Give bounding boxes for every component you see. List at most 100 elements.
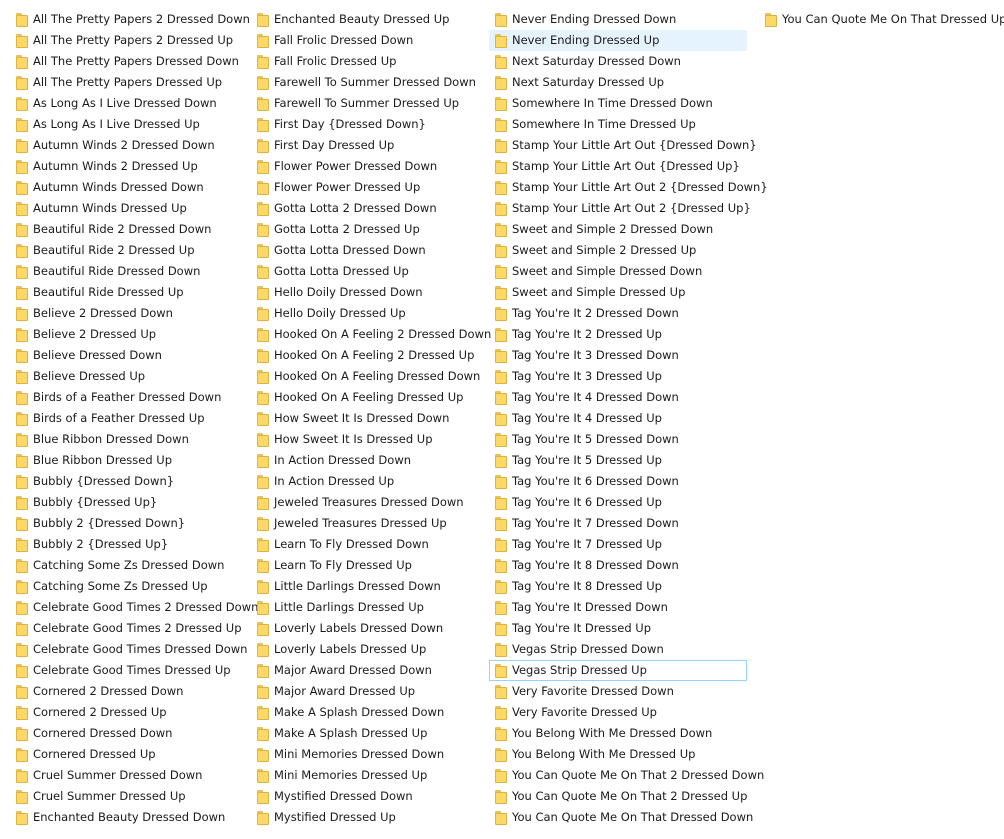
folder-item[interactable]: Catching Some Zs Dressed Down xyxy=(10,555,242,576)
folder-item[interactable]: Farewell To Summer Dressed Down xyxy=(251,72,481,93)
folder-item[interactable]: Farewell To Summer Dressed Up xyxy=(251,93,481,114)
folder-item[interactable]: Believe Dressed Down xyxy=(10,345,242,366)
folder-item[interactable]: In Action Dressed Down xyxy=(251,450,481,471)
folder-item[interactable]: You Can Quote Me On That 2 Dressed Down xyxy=(489,765,764,786)
folder-item[interactable]: Make A Splash Dressed Down xyxy=(251,702,481,723)
folder-item[interactable]: Beautiful Ride 2 Dressed Up xyxy=(10,240,242,261)
folder-item[interactable]: Tag You're It 7 Dressed Up xyxy=(489,534,747,555)
folder-item[interactable]: Believe 2 Dressed Up xyxy=(10,324,242,345)
folder-item[interactable]: Major Award Dressed Down xyxy=(251,660,481,681)
folder-item[interactable]: Stamp Your Little Art Out {Dressed Up} xyxy=(489,156,747,177)
folder-item[interactable]: Cornered Dressed Down xyxy=(10,723,242,744)
folder-item[interactable]: Celebrate Good Times Dressed Down xyxy=(10,639,247,660)
folder-item[interactable]: Tag You're It 2 Dressed Down xyxy=(489,303,747,324)
folder-item[interactable]: Mystified Dressed Up xyxy=(251,807,481,828)
folder-item[interactable]: Stamp Your Little Art Out 2 {Dressed Up} xyxy=(489,198,751,219)
folder-item[interactable]: Birds of a Feather Dressed Down xyxy=(10,387,242,408)
folder-item[interactable]: Fall Frolic Dressed Down xyxy=(251,30,481,51)
folder-item[interactable]: How Sweet It Is Dressed Up xyxy=(251,429,481,450)
folder-item[interactable]: Learn To Fly Dressed Down xyxy=(251,534,481,555)
folder-item[interactable]: Blue Ribbon Dressed Up xyxy=(10,450,242,471)
folder-item[interactable]: Vegas Strip Dressed Down xyxy=(489,639,747,660)
folder-item[interactable]: Flower Power Dressed Up xyxy=(251,177,481,198)
folder-item[interactable]: Vegas Strip Dressed Up xyxy=(489,660,747,681)
folder-item[interactable]: Loverly Labels Dressed Down xyxy=(251,618,481,639)
folder-item[interactable]: Beautiful Ride Dressed Down xyxy=(10,261,242,282)
folder-item[interactable]: Tag You're It 4 Dressed Down xyxy=(489,387,747,408)
folder-item[interactable]: As Long As I Live Dressed Down xyxy=(10,93,242,114)
folder-item[interactable]: Sweet and Simple Dressed Down xyxy=(489,261,747,282)
folder-item[interactable]: You Can Quote Me On That 2 Dressed Up xyxy=(489,786,747,807)
folder-item[interactable]: Sweet and Simple 2 Dressed Down xyxy=(489,219,747,240)
folder-item[interactable]: Bubbly 2 {Dressed Up} xyxy=(10,534,242,555)
folder-item[interactable]: Cornered 2 Dressed Up xyxy=(10,702,242,723)
folder-item[interactable]: Sweet and Simple Dressed Up xyxy=(489,282,747,303)
folder-item[interactable]: Never Ending Dressed Up xyxy=(489,30,747,51)
folder-item[interactable]: Beautiful Ride 2 Dressed Down xyxy=(10,219,242,240)
folder-item[interactable]: Catching Some Zs Dressed Up xyxy=(10,576,242,597)
folder-item[interactable]: Tag You're It 5 Dressed Down xyxy=(489,429,747,450)
folder-item[interactable]: Next Saturday Dressed Up xyxy=(489,72,747,93)
folder-item[interactable]: Cruel Summer Dressed Down xyxy=(10,765,242,786)
folder-item[interactable]: Cornered 2 Dressed Down xyxy=(10,681,242,702)
folder-item[interactable]: Tag You're It 7 Dressed Down xyxy=(489,513,747,534)
folder-item[interactable]: Gotta Lotta 2 Dressed Up xyxy=(251,219,481,240)
folder-item[interactable]: All The Pretty Papers Dressed Up xyxy=(10,72,242,93)
folder-item[interactable]: Hello Doily Dressed Down xyxy=(251,282,481,303)
folder-item[interactable]: Tag You're It Dressed Up xyxy=(489,618,747,639)
folder-item[interactable]: Tag You're It 3 Dressed Down xyxy=(489,345,747,366)
folder-item[interactable]: Tag You're It 6 Dressed Down xyxy=(489,471,747,492)
folder-item[interactable]: Sweet and Simple 2 Dressed Up xyxy=(489,240,747,261)
folder-item[interactable]: All The Pretty Papers 2 Dressed Down xyxy=(10,9,250,30)
folder-item[interactable]: Mini Memories Dressed Down xyxy=(251,744,481,765)
folder-item[interactable]: Believe Dressed Up xyxy=(10,366,242,387)
folder-item[interactable]: Autumn Winds Dressed Down xyxy=(10,177,242,198)
folder-item[interactable]: Stamp Your Little Art Out 2 {Dressed Dow… xyxy=(489,177,768,198)
folder-item[interactable]: Very Favorite Dressed Up xyxy=(489,702,747,723)
folder-item[interactable]: All The Pretty Papers 2 Dressed Up xyxy=(10,30,242,51)
folder-item[interactable]: Bubbly {Dressed Up} xyxy=(10,492,242,513)
folder-item[interactable]: Little Darlings Dressed Down xyxy=(251,576,481,597)
folder-item[interactable]: Hooked On A Feeling Dressed Down xyxy=(251,366,481,387)
folder-item[interactable]: First Day Dressed Up xyxy=(251,135,481,156)
folder-item[interactable]: Autumn Winds 2 Dressed Up xyxy=(10,156,242,177)
folder-item[interactable]: Little Darlings Dressed Up xyxy=(251,597,481,618)
folder-item[interactable]: Tag You're It 2 Dressed Up xyxy=(489,324,747,345)
folder-item[interactable]: Mystified Dressed Down xyxy=(251,786,481,807)
folder-item[interactable]: Gotta Lotta Dressed Up xyxy=(251,261,481,282)
folder-item[interactable]: Stamp Your Little Art Out {Dressed Down} xyxy=(489,135,757,156)
folder-item[interactable]: Very Favorite Dressed Down xyxy=(489,681,747,702)
folder-item[interactable]: Blue Ribbon Dressed Down xyxy=(10,429,242,450)
folder-item[interactable]: Somewhere In Time Dressed Up xyxy=(489,114,747,135)
folder-item[interactable]: In Action Dressed Up xyxy=(251,471,481,492)
folder-item[interactable]: Next Saturday Dressed Down xyxy=(489,51,747,72)
folder-item[interactable]: Tag You're It 5 Dressed Up xyxy=(489,450,747,471)
folder-item[interactable]: Cornered Dressed Up xyxy=(10,744,242,765)
folder-item[interactable]: Beautiful Ride Dressed Up xyxy=(10,282,242,303)
folder-item[interactable]: Bubbly {Dressed Down} xyxy=(10,471,242,492)
folder-item[interactable]: Celebrate Good Times Dressed Up xyxy=(10,660,242,681)
folder-item[interactable]: Enchanted Beauty Dressed Down xyxy=(10,807,242,828)
folder-item[interactable]: Make A Splash Dressed Up xyxy=(251,723,481,744)
folder-item[interactable]: Jeweled Treasures Dressed Down xyxy=(251,492,481,513)
folder-item[interactable]: Hooked On A Feeling 2 Dressed Up xyxy=(251,345,481,366)
folder-item[interactable]: How Sweet It Is Dressed Down xyxy=(251,408,481,429)
folder-item[interactable]: Fall Frolic Dressed Up xyxy=(251,51,481,72)
folder-item[interactable]: Tag You're It 4 Dressed Up xyxy=(489,408,747,429)
folder-item[interactable]: Autumn Winds Dressed Up xyxy=(10,198,242,219)
folder-item[interactable]: Enchanted Beauty Dressed Up xyxy=(251,9,481,30)
folder-item[interactable]: Mini Memories Dressed Up xyxy=(251,765,481,786)
folder-item[interactable]: Gotta Lotta 2 Dressed Down xyxy=(251,198,481,219)
folder-item[interactable]: Tag You're It 6 Dressed Up xyxy=(489,492,747,513)
folder-item[interactable]: Gotta Lotta Dressed Down xyxy=(251,240,481,261)
folder-item[interactable]: You Can Quote Me On That Dressed Up xyxy=(759,9,1004,30)
folder-item[interactable]: Believe 2 Dressed Down xyxy=(10,303,242,324)
folder-item[interactable]: Celebrate Good Times 2 Dressed Up xyxy=(10,618,242,639)
folder-item[interactable]: Loverly Labels Dressed Up xyxy=(251,639,481,660)
folder-item[interactable]: Tag You're It 8 Dressed Down xyxy=(489,555,747,576)
folder-item[interactable]: Bubbly 2 {Dressed Down} xyxy=(10,513,242,534)
folder-item[interactable]: Hello Doily Dressed Up xyxy=(251,303,481,324)
folder-item[interactable]: All The Pretty Papers Dressed Down xyxy=(10,51,242,72)
folder-item[interactable]: As Long As I Live Dressed Up xyxy=(10,114,242,135)
folder-item[interactable]: Jeweled Treasures Dressed Up xyxy=(251,513,481,534)
